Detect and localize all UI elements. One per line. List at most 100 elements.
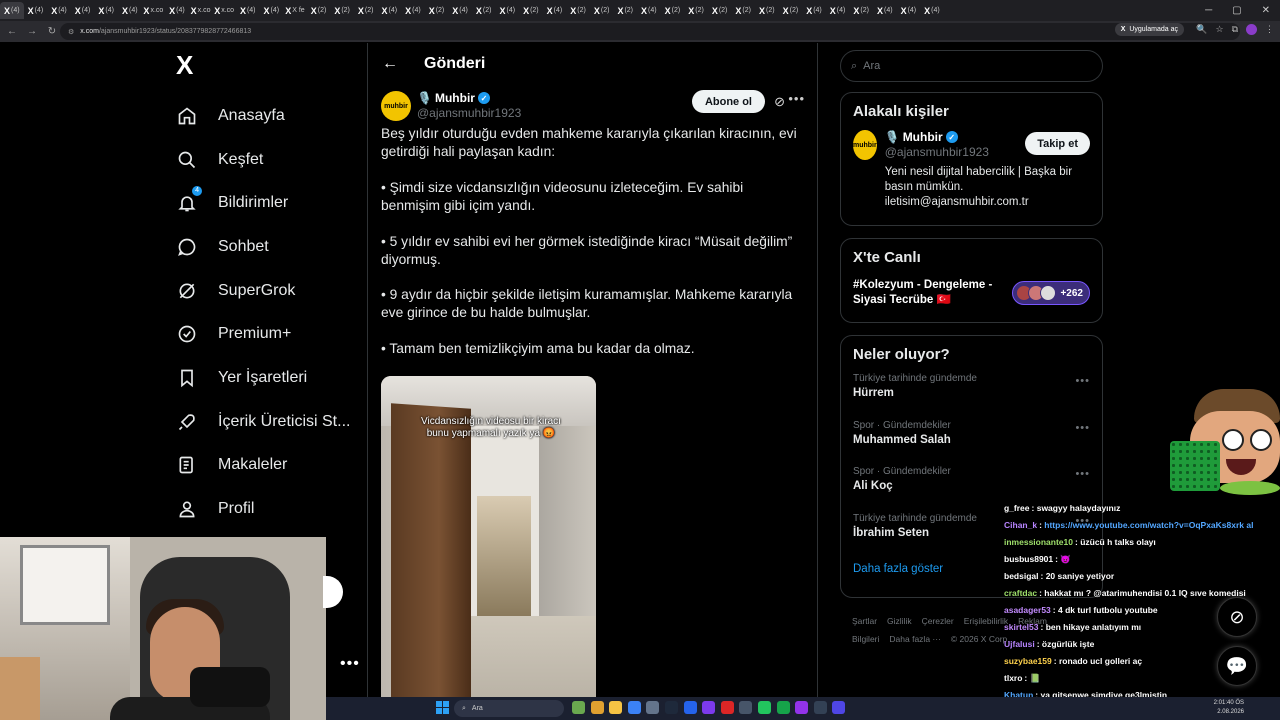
nav-item-article[interactable]: Makaleler: [170, 444, 360, 488]
browser-tab[interactable]: X (4): [118, 2, 142, 19]
browser-tab[interactable]: X (2): [755, 2, 779, 19]
browser-tab[interactable]: X (4): [802, 2, 826, 19]
browser-tab[interactable]: X (2): [425, 2, 449, 19]
footer-link[interactable]: Erişilebilirlik: [964, 616, 1008, 626]
star-icon[interactable]: ☆: [1215, 24, 1223, 35]
browser-tab[interactable]: X (4): [873, 2, 897, 19]
browser-tab[interactable]: X (4): [47, 2, 71, 19]
chat-username[interactable]: craftdac: [1004, 588, 1037, 598]
footer-link[interactable]: Şartlar: [852, 616, 877, 626]
extensions-icon[interactable]: ⧉: [1232, 24, 1238, 35]
chat-username[interactable]: busbus8901: [1004, 554, 1053, 564]
edge-icon[interactable]: [627, 701, 641, 714]
more-options-icon[interactable]: •••: [788, 91, 805, 106]
browser-tab[interactable]: X (2): [354, 2, 378, 19]
nav-item-search[interactable]: Keşfet: [170, 138, 360, 182]
browser-tab[interactable]: X (2): [307, 2, 331, 19]
app-icon[interactable]: [720, 701, 734, 714]
nav-item-rocket[interactable]: İçerik Üreticisi St...: [170, 400, 360, 444]
browser-tab[interactable]: XX fe: [283, 2, 307, 19]
grok-icon[interactable]: ⊘: [774, 94, 785, 110]
browser-tab[interactable]: X (4): [94, 2, 118, 19]
app-icon[interactable]: [813, 701, 827, 714]
browser-tab[interactable]: X (4): [637, 2, 661, 19]
browser-tab[interactable]: X (2): [330, 2, 354, 19]
discord-icon[interactable]: [702, 701, 716, 714]
system-clock[interactable]: 2:01:40 ÖS 2.08.2026: [1214, 699, 1244, 717]
x-logo-icon[interactable]: X: [176, 50, 210, 80]
live-item[interactable]: #Kolezyum - Dengeleme - Siyasi Tecrübe 🇹…: [841, 266, 1102, 320]
browser-tab[interactable]: X (2): [708, 2, 732, 19]
chat-username[interactable]: Cihan_k: [1004, 520, 1037, 530]
site-info-icon[interactable]: ⚙: [68, 28, 74, 36]
trend-item[interactable]: Spor · Gündemdekiler Muhammed Salah •••: [841, 414, 1102, 461]
post-button-partial[interactable]: [323, 576, 343, 608]
browser-tab[interactable]: X (2): [849, 2, 873, 19]
zoom-icon[interactable]: 🔍: [1196, 24, 1207, 35]
open-in-app-button[interactable]: X Uygulamada aç: [1114, 23, 1184, 36]
nav-item-bookmark[interactable]: Yer İşaretleri: [170, 356, 360, 400]
browser-tab[interactable]: X (4): [826, 2, 850, 19]
back-arrow-icon[interactable]: ←: [382, 55, 398, 73]
browser-tab[interactable]: X (4): [401, 2, 425, 19]
trend-more-icon[interactable]: •••: [1075, 375, 1090, 387]
browser-tab[interactable]: Xx.co: [189, 2, 213, 19]
browser-tab[interactable]: X (2): [566, 2, 590, 19]
app-icon[interactable]: [646, 701, 660, 714]
taskbar-search[interactable]: ⌕ Ara: [454, 700, 564, 717]
app-icon[interactable]: [795, 701, 809, 714]
browser-tab[interactable]: X (4): [71, 2, 95, 19]
avatar[interactable]: muhbir: [381, 91, 411, 121]
trend-more-icon[interactable]: •••: [1075, 468, 1090, 480]
chat-username[interactable]: suzybae159: [1004, 656, 1052, 666]
browser-tab[interactable]: X (4): [165, 2, 189, 19]
chat-username[interactable]: Ujfalusi: [1004, 639, 1035, 649]
chat-text[interactable]: https://www.youtube.com/watch?v=OqPxaKs8…: [1044, 520, 1253, 530]
footer-link[interactable]: © 2026 X Corp.: [951, 634, 1010, 644]
app-icon[interactable]: [739, 701, 753, 714]
grok-fab-icon[interactable]: ⊘: [1217, 597, 1257, 637]
nav-item-chat[interactable]: Sohbet: [170, 225, 360, 269]
browser-tab[interactable]: X (4): [378, 2, 402, 19]
avatar[interactable]: muhbir: [853, 130, 877, 160]
browser-tab[interactable]: X (4): [897, 2, 921, 19]
nav-item-profile[interactable]: Profil: [170, 487, 360, 531]
spotify-icon[interactable]: [757, 701, 771, 714]
trend-more-icon[interactable]: •••: [1075, 422, 1090, 434]
chat-username[interactable]: inmessionante10: [1004, 537, 1073, 547]
chat-username[interactable]: asadager53: [1004, 605, 1051, 615]
search-input[interactable]: ⌕ Ara: [840, 50, 1103, 82]
browser-tab[interactable]: X (2): [731, 2, 755, 19]
minimize-icon[interactable]: ─: [1205, 5, 1212, 16]
explorer-icon[interactable]: [609, 701, 623, 714]
close-window-icon[interactable]: ✕: [1262, 5, 1270, 16]
forward-icon[interactable]: →: [24, 26, 40, 37]
browser-tab[interactable]: X (4): [260, 2, 284, 19]
footer-link[interactable]: Çerezler: [922, 616, 954, 626]
back-icon[interactable]: ←: [4, 26, 20, 37]
chrome-icon[interactable]: [590, 701, 604, 714]
spotify-icon[interactable]: [776, 701, 790, 714]
footer-link[interactable]: Daha fazla ···: [889, 634, 941, 644]
reload-icon[interactable]: ↻: [44, 26, 60, 37]
browser-tab[interactable]: X (4): [236, 2, 260, 19]
maximize-icon[interactable]: ▢: [1232, 5, 1241, 16]
account-more-icon[interactable]: •••: [340, 655, 360, 673]
browser-tab[interactable]: X (2): [590, 2, 614, 19]
browser-tab[interactable]: Xx.co: [212, 2, 236, 19]
browser-tab[interactable]: X (4): [495, 2, 519, 19]
browser-tab[interactable]: X (4): [0, 2, 24, 19]
nav-item-grok[interactable]: SuperGrok: [170, 269, 360, 313]
browser-tab[interactable]: X (2): [472, 2, 496, 19]
app-icon[interactable]: [832, 701, 846, 714]
profile-avatar-icon[interactable]: [1246, 24, 1257, 35]
messages-fab-icon[interactable]: 💬: [1217, 646, 1257, 686]
trend-item[interactable]: Türkiye tarihinde gündemde Hürrem •••: [841, 367, 1102, 414]
chat-username[interactable]: skirtel53: [1004, 622, 1039, 632]
follow-button[interactable]: Takip et: [1025, 132, 1090, 155]
nav-item-premium[interactable]: Premium+: [170, 312, 360, 356]
widgets-icon[interactable]: [572, 701, 585, 714]
app-icon[interactable]: [664, 701, 678, 714]
browser-tab[interactable]: X (4): [448, 2, 472, 19]
menu-icon[interactable]: ⋮: [1265, 24, 1274, 35]
